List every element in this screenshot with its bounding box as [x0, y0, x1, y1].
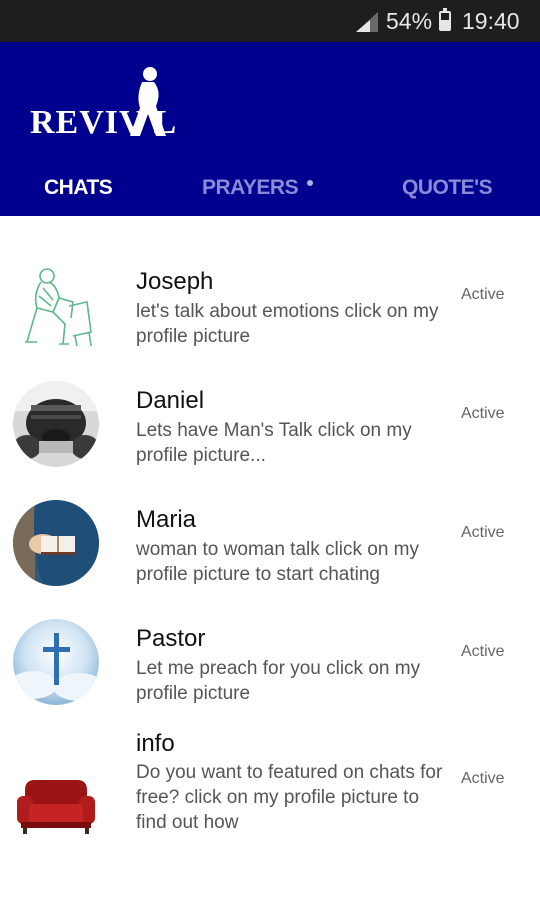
chat-item-joseph[interactable]: Joseph let's talk about emotions click o… [0, 254, 540, 372]
status-label: Active [461, 770, 505, 787]
woman-reading-bible-photo [13, 500, 99, 586]
chat-message: Do you want to featured on chats for fre… [136, 762, 443, 833]
battery-fill [441, 20, 449, 29]
sketch-man-sitting-icon [13, 262, 99, 348]
chat-name: Maria [136, 506, 197, 533]
avatar[interactable] [13, 619, 99, 705]
revival-logo: REVIV L [30, 66, 200, 146]
chat-item-pastor[interactable]: Pastor Let me preach for you click on my… [0, 611, 540, 729]
chat-item-maria[interactable]: Maria woman to woman talk click on my pr… [0, 492, 540, 610]
chat-message: woman to woman talk click on my profile … [136, 539, 419, 585]
red-sofa-icon [13, 760, 99, 846]
chat-message: Lets have Man's Talk click on my profile… [136, 420, 412, 466]
avatar[interactable] [13, 381, 99, 467]
battery-icon [439, 8, 451, 31]
kneeling-figure-icon [130, 67, 166, 136]
battery-percent: 54% [386, 8, 433, 34]
app-header: REVIV L CHATS PRAYERS QUOTE'S [0, 42, 540, 216]
chat-message: Let me preach for you click on my profil… [136, 658, 421, 704]
tab-chats[interactable]: CHATS [44, 176, 113, 200]
status-label: Active [461, 524, 505, 541]
notification-dot [307, 180, 313, 186]
clock: 19:40 [462, 8, 520, 34]
chat-name: Joseph [136, 268, 214, 295]
status-label: Active [461, 643, 505, 660]
status-bar: 54% 19:40 [0, 0, 540, 42]
chat-message: let's talk about emotions click on my pr… [136, 301, 439, 347]
chat-item-info[interactable]: info Do you want to featured on chats fo… [0, 730, 540, 870]
status-label: Active [461, 286, 505, 303]
avatar[interactable] [13, 262, 99, 348]
chat-name: info [136, 730, 175, 757]
tab-prayers[interactable]: PRAYERS [202, 176, 299, 200]
avatar[interactable] [13, 760, 99, 846]
avatar[interactable] [13, 500, 99, 586]
tab-bar: CHATS PRAYERS QUOTE'S [0, 168, 540, 216]
chat-name: Pastor [136, 625, 206, 652]
status-label: Active [461, 405, 505, 422]
man-praying-photo [13, 381, 99, 467]
cross-in-clouds-photo [13, 619, 99, 705]
signal-icon [356, 12, 378, 32]
chat-name: Daniel [136, 387, 205, 414]
tab-quotes[interactable]: QUOTE'S [402, 176, 493, 200]
chat-item-daniel[interactable]: Daniel Lets have Man's Talk click on my … [0, 373, 540, 491]
